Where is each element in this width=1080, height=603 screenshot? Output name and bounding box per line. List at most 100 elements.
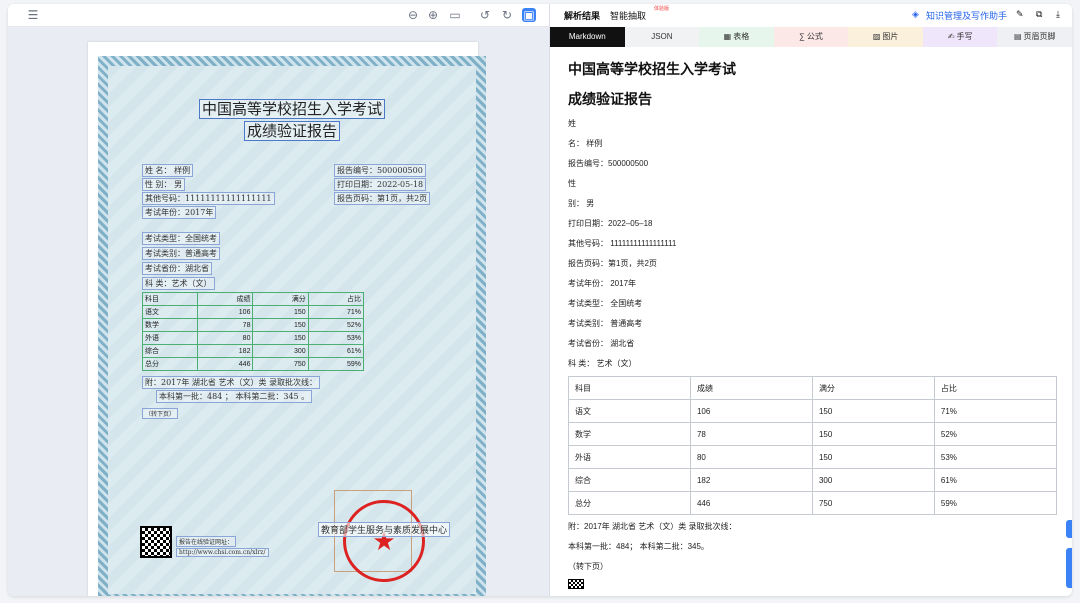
table-row: 语文 106 150 71%: [141, 305, 365, 319]
md-line: 科 类： 艺术（文）: [568, 359, 637, 368]
table-row: 外语 80 150 53%: [568, 445, 1058, 469]
table-row: 总分 446 750 59%: [568, 491, 1058, 515]
assistant-link[interactable]: 知识管理及写作助手: [926, 9, 1007, 22]
stamp-text: 教育部学生服务与素质发展中心: [318, 522, 451, 537]
table-row: 外语 80 150 53%: [141, 331, 365, 345]
download-icon[interactable]: ⤓: [1056, 9, 1060, 20]
md-line: 名： 样例: [568, 139, 603, 148]
table-row: 综合 182 300 61%: [568, 468, 1058, 492]
table-header-row: 科目 成绩 满分 占比: [141, 292, 365, 306]
md-line: 报告页码：第1页，共2页: [568, 259, 657, 268]
tab-parse-results[interactable]: 解析结果: [564, 9, 600, 22]
image-icon: ▨: [872, 32, 881, 41]
certificate-image: 中国高等学校招生入学考试 成绩验证报告 姓 名： 样例 性 别： 男 其他号码：…: [98, 56, 486, 596]
cert-note: 附：2017年 湖北省 艺术（文）类 录取批次线：: [142, 376, 320, 389]
md-qr-image: [568, 579, 584, 589]
tab-image[interactable]: ▨ 图片: [848, 27, 923, 47]
cert-field: 报告编号：500000500: [334, 164, 426, 177]
formula-icon: ∑: [799, 32, 805, 41]
cert-score-table: 科目 成绩 满分 占比 语文 106 150 71% 数学 78 150 52% 外语 80 1…: [141, 292, 365, 371]
md-heading-2: 成绩验证报告: [568, 91, 652, 107]
cert-field: 其他号码：11111111111111111: [142, 192, 275, 205]
md-line: 考试类型： 全国统考: [568, 299, 643, 308]
zoom-in-icon[interactable]: ⊕: [426, 8, 440, 22]
handwriting-icon: ✍: [947, 32, 955, 41]
app-window: ☰ ⊖ ⊕ ▭ ↺ ↻ ▣ 中国高等学校招生入学考试 成绩验证报告 姓 名： 样…: [8, 4, 1072, 596]
md-line: 别： 男: [568, 199, 595, 208]
tab-markdown[interactable]: Markdown: [550, 27, 625, 47]
tab-smart-extract[interactable]: 智能抽取: [610, 9, 646, 22]
md-line: 性: [568, 179, 576, 188]
table-row: 数学 78 150 52%: [141, 318, 365, 332]
rotate-right-icon[interactable]: ↻: [500, 8, 514, 22]
qr-code: [140, 526, 172, 558]
cert-field: 性 别： 男: [142, 178, 186, 191]
md-line: 考试类别： 普通高考: [568, 319, 643, 328]
fit-page-icon[interactable]: ▭: [448, 8, 462, 22]
table-row: 总分 446 750 59%: [141, 357, 365, 371]
md-score-table: 科目 成绩 满分 占比 语文 106 150 71% 数学 78 150 52% 外语 80 1…: [568, 376, 1058, 515]
format-tabs: Markdown JSON ▦ 表格 ∑ 公式 ▨ 图片 ✍ 手写 ▤ 页眉页脚: [550, 27, 1072, 47]
cert-field: 打印日期：2022-05-18: [334, 178, 427, 191]
table-icon: ▦: [723, 32, 732, 41]
cert-field: 科 类：艺术（文）: [142, 277, 215, 290]
edit-icon[interactable]: ✎: [1016, 9, 1024, 20]
table-header: 科目: [568, 376, 691, 400]
outline-list-icon[interactable]: ☰: [26, 8, 40, 22]
md-line: 考试年份： 2017年: [568, 279, 637, 288]
page-mode-icon[interactable]: ▣: [522, 8, 536, 22]
md-line: 本科第一批：484； 本科第二批：345。: [568, 542, 709, 551]
copy-icon[interactable]: ⧉: [1036, 9, 1042, 20]
tab-json[interactable]: JSON: [624, 27, 700, 47]
zoom-out-icon[interactable]: ⊖: [406, 8, 420, 22]
table-row: 数学 78 150 52%: [568, 422, 1058, 446]
table-header: 科目: [141, 292, 199, 306]
cert-note: 本科第一批：484 ； 本科第二批：345 。: [156, 390, 313, 403]
side-feedback-tab[interactable]: [1066, 520, 1072, 538]
markdown-content: 中国高等学校招生入学考试 成绩验证报告 姓 名： 样例 报告编号：5000005…: [568, 54, 1058, 589]
table-header: 满分: [252, 292, 309, 306]
cert-field: 考试类别：普通高考: [142, 247, 220, 260]
cert-field: 姓 名： 样例: [142, 164, 194, 177]
table-header: 成绩: [689, 376, 813, 400]
cert-field: 考试类型：全国统考: [142, 232, 220, 245]
md-heading-1: 中国高等学校招生入学考试: [568, 61, 736, 77]
document-page: 中国高等学校招生入学考试 成绩验证报告 姓 名： 样例 性 别： 男 其他号码：…: [88, 42, 486, 596]
verify-label: 报告在线验证网址：: [176, 536, 237, 547]
table-header: 占比: [933, 376, 1058, 400]
result-pane: 解析结果 智能抽取 体验版 ◈ 知识管理及写作助手 ✎ ⧉ ⤓ Markdown…: [550, 4, 1072, 596]
assistant-icon[interactable]: ◈: [912, 9, 919, 20]
md-line: 打印日期：2022–05–18: [568, 219, 653, 228]
rotate-left-icon[interactable]: ↺: [478, 8, 492, 22]
cert-subtitle: 成绩验证报告: [108, 120, 476, 141]
table-row: 综合 182 300 61%: [141, 344, 365, 358]
md-line: 附：2017年 湖北省 艺术（文）类 录取批次线：: [568, 522, 737, 531]
table-header: 占比: [307, 292, 365, 306]
result-header: 解析结果 智能抽取 体验版 ◈ 知识管理及写作助手 ✎ ⧉ ⤓: [550, 4, 1072, 26]
cert-next-page: （转下页）: [142, 408, 179, 419]
tab-table[interactable]: ▦ 表格: [699, 27, 774, 47]
table-header-row: 科目 成绩 满分 占比: [568, 376, 1058, 400]
tab-formula[interactable]: ∑ 公式: [773, 27, 849, 47]
tab-header-footer[interactable]: ▤ 页眉页脚: [997, 27, 1072, 47]
md-line: 其他号码： 11111111111111111: [568, 239, 677, 248]
header-footer-icon: ▤: [1013, 32, 1022, 41]
new-badge: 体验版: [654, 6, 670, 12]
cert-field: 考试年份：2017年: [142, 206, 217, 219]
cert-field: 考试省份：湖北省: [142, 262, 212, 275]
official-seal: ★: [343, 500, 425, 582]
md-line: 报告编号：500000500: [568, 159, 649, 168]
verify-url: http://www.chsi.com.cn/xlrz/: [176, 548, 269, 557]
table-header: 满分: [811, 376, 935, 400]
cert-field: 报告页码：第1页，共2页: [334, 192, 431, 205]
cert-title: 中国高等学校招生入学考试: [108, 98, 476, 119]
document-viewer: ☰ ⊖ ⊕ ▭ ↺ ↻ ▣ 中国高等学校招生入学考试 成绩验证报告 姓 名： 样…: [8, 4, 550, 596]
side-help-tab[interactable]: [1066, 548, 1072, 588]
md-line: 考试省份： 湖北省: [568, 339, 635, 348]
table-row: 语文 106 150 71%: [568, 399, 1058, 423]
table-header: 成绩: [197, 292, 254, 306]
md-line: 姓: [568, 119, 576, 128]
tab-handwriting[interactable]: ✍ 手写: [922, 27, 998, 47]
md-line: （转下页）: [568, 562, 608, 571]
viewer-toolbar: ☰ ⊖ ⊕ ▭ ↺ ↻ ▣: [8, 4, 549, 27]
